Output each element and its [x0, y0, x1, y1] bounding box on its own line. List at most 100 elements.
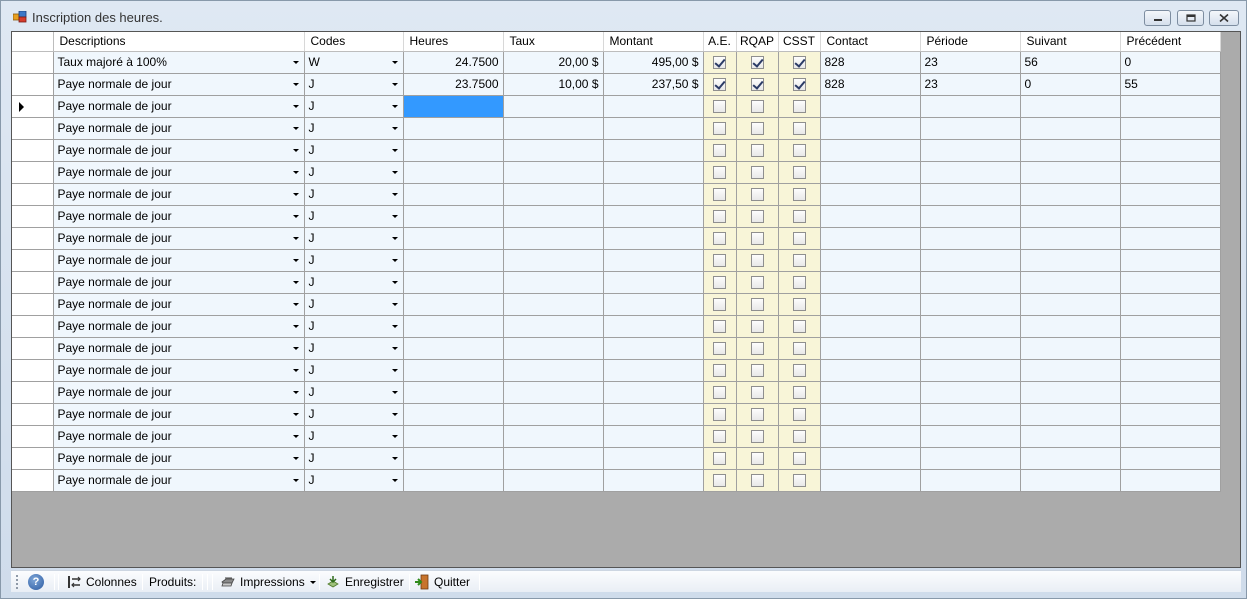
code-combo[interactable]: J: [304, 271, 404, 294]
heures-cell[interactable]: [403, 183, 504, 206]
montant-cell[interactable]: [603, 447, 704, 470]
rqap-checkbox[interactable]: [750, 188, 764, 202]
dropdown-arrow-icon[interactable]: [292, 60, 299, 64]
dropdown-arrow-icon[interactable]: [292, 258, 299, 262]
description-combo[interactable]: Taux majoré à 100%: [53, 51, 305, 74]
montant-cell[interactable]: [603, 337, 704, 360]
periode-cell[interactable]: [920, 381, 1021, 404]
precedent-cell[interactable]: [1120, 425, 1221, 448]
montant-cell[interactable]: [603, 425, 704, 448]
precedent-cell[interactable]: [1120, 381, 1221, 404]
ae-checkbox[interactable]: [713, 386, 726, 400]
col-header-taux[interactable]: Taux: [503, 32, 604, 52]
ae-checkbox[interactable]: [713, 276, 726, 290]
table-row[interactable]: Paye normale de jour J: [12, 183, 1221, 206]
rqap-checkbox[interactable]: [750, 320, 764, 334]
rqap-checkbox[interactable]: [750, 408, 764, 422]
taux-cell[interactable]: [503, 227, 604, 250]
suivant-cell[interactable]: [1020, 315, 1121, 338]
ae-checkbox[interactable]: [713, 364, 726, 378]
table-row[interactable]: Paye normale de jour J: [12, 227, 1221, 250]
row-header[interactable]: [12, 183, 54, 206]
suivant-cell[interactable]: [1020, 161, 1121, 184]
dropdown-arrow-icon[interactable]: [391, 236, 398, 240]
csst-checkbox[interactable]: [792, 166, 806, 180]
csst-checkbox[interactable]: [792, 452, 806, 466]
code-combo[interactable]: J: [304, 315, 404, 338]
periode-cell[interactable]: 23: [920, 51, 1021, 74]
montant-cell[interactable]: [603, 161, 704, 184]
precedent-cell[interactable]: [1120, 447, 1221, 470]
col-header-descriptions[interactable]: Descriptions: [53, 32, 305, 52]
csst-checkbox[interactable]: [792, 276, 806, 290]
dropdown-arrow-icon[interactable]: [292, 368, 299, 372]
csst-checkbox[interactable]: [792, 210, 806, 224]
row-header[interactable]: [12, 403, 54, 426]
toolbar-grip[interactable]: [16, 575, 18, 589]
csst-checkbox[interactable]: [792, 254, 806, 268]
ae-checkbox[interactable]: [713, 452, 726, 466]
montant-cell[interactable]: [603, 359, 704, 382]
taux-cell[interactable]: [503, 425, 604, 448]
ae-checkbox[interactable]: [713, 430, 726, 444]
contact-cell[interactable]: 828: [820, 73, 921, 96]
heures-cell[interactable]: [403, 117, 504, 140]
quitter-button[interactable]: Quitter: [414, 573, 470, 591]
table-row[interactable]: Paye normale de jour J 23.7500 10,00 $237,5…: [12, 73, 1221, 96]
dropdown-arrow-icon[interactable]: [391, 346, 398, 350]
code-combo[interactable]: J: [304, 183, 404, 206]
ae-checkbox[interactable]: [713, 144, 726, 158]
description-combo[interactable]: Paye normale de jour: [53, 271, 305, 294]
ae-checkbox[interactable]: [713, 78, 726, 92]
suivant-cell[interactable]: [1020, 205, 1121, 228]
code-combo[interactable]: J: [304, 205, 404, 228]
description-combo[interactable]: Paye normale de jour: [53, 139, 305, 162]
description-combo[interactable]: Paye normale de jour: [53, 95, 305, 118]
montant-cell[interactable]: [603, 205, 704, 228]
taux-cell[interactable]: [503, 469, 604, 492]
description-combo[interactable]: Paye normale de jour: [53, 447, 305, 470]
row-header[interactable]: [12, 359, 54, 382]
ae-checkbox[interactable]: [713, 320, 726, 334]
rqap-checkbox[interactable]: [750, 144, 764, 158]
ae-checkbox[interactable]: [713, 408, 726, 422]
periode-cell[interactable]: [920, 315, 1021, 338]
contact-cell[interactable]: [820, 359, 921, 382]
suivant-cell[interactable]: [1020, 447, 1121, 470]
periode-cell[interactable]: [920, 469, 1021, 492]
rqap-checkbox[interactable]: [750, 298, 764, 312]
periode-cell[interactable]: 23: [920, 73, 1021, 96]
row-header[interactable]: [12, 161, 54, 184]
rqap-checkbox[interactable]: [750, 210, 764, 224]
ae-checkbox[interactable]: [713, 100, 726, 114]
rqap-checkbox[interactable]: [750, 386, 764, 400]
suivant-cell[interactable]: [1020, 425, 1121, 448]
contact-cell[interactable]: [820, 447, 921, 470]
dropdown-arrow-icon[interactable]: [292, 390, 299, 394]
row-header[interactable]: [12, 227, 54, 250]
row-header[interactable]: [12, 447, 54, 470]
close-button[interactable]: [1209, 10, 1239, 26]
row-header[interactable]: [12, 337, 54, 360]
precedent-cell[interactable]: [1120, 315, 1221, 338]
montant-cell[interactable]: [603, 95, 704, 118]
heures-cell[interactable]: [403, 447, 504, 470]
contact-cell[interactable]: [820, 95, 921, 118]
ae-checkbox[interactable]: [713, 188, 726, 202]
suivant-cell[interactable]: 0: [1020, 73, 1121, 96]
table-row[interactable]: Paye normale de jour J: [12, 117, 1221, 140]
description-combo[interactable]: Paye normale de jour: [53, 469, 305, 492]
taux-cell[interactable]: [503, 139, 604, 162]
heures-cell[interactable]: [403, 469, 504, 492]
help-button[interactable]: ?: [28, 573, 44, 591]
csst-checkbox[interactable]: [792, 430, 806, 444]
code-combo[interactable]: J: [304, 425, 404, 448]
heures-cell[interactable]: [403, 425, 504, 448]
heures-cell[interactable]: [403, 227, 504, 250]
heures-cell[interactable]: [403, 381, 504, 404]
ae-checkbox[interactable]: [713, 342, 726, 356]
heures-cell[interactable]: [403, 315, 504, 338]
dropdown-arrow-icon[interactable]: [292, 280, 299, 284]
dropdown-arrow-icon[interactable]: [391, 412, 398, 416]
taux-cell[interactable]: [503, 447, 604, 470]
